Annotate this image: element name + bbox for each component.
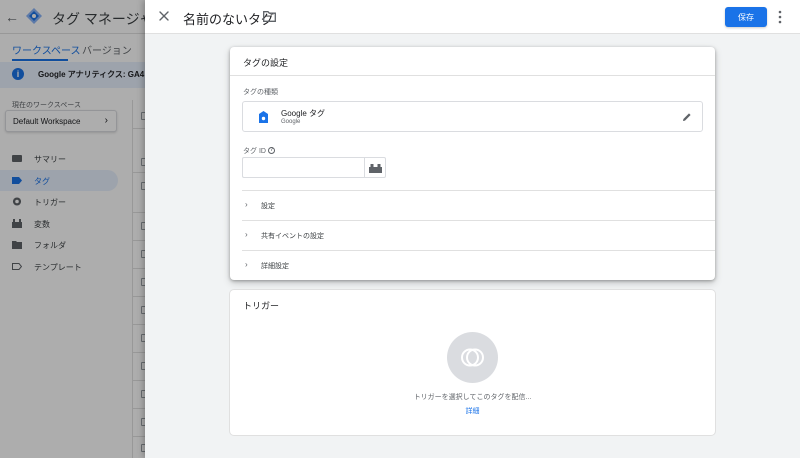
tag-id-input[interactable] <box>242 157 365 178</box>
divider <box>230 75 715 76</box>
tag-configuration-card: タグの設定 タグの種類 Google タグ Google タグ ID ? › 設… <box>230 47 715 280</box>
section-shared-event-settings[interactable]: › 共有イベントの設定 <box>242 221 703 250</box>
tag-name-title[interactable]: 名前のないタグ <box>183 9 274 28</box>
chevron-right-icon: › <box>245 230 248 239</box>
more-vert-icon[interactable] <box>775 9 785 25</box>
tag-type-selector[interactable]: Google タグ Google <box>242 101 703 132</box>
triggering-title: トリガー <box>243 301 280 311</box>
section-label: 詳細設定 <box>261 263 289 270</box>
tag-type-name: Google タグ <box>281 109 326 118</box>
chevron-right-icon: › <box>245 260 248 269</box>
trigger-placeholder-icon <box>461 348 484 367</box>
section-advanced-settings[interactable]: › 詳細設定 <box>242 251 703 280</box>
trigger-prompt-text: トリガーを選択してこのタグを配信... <box>413 394 532 401</box>
tag-type-label: タグの種類 <box>243 89 278 96</box>
google-tag-icon <box>259 111 268 123</box>
section-settings[interactable]: › 設定 <box>242 191 703 220</box>
folder-icon[interactable] <box>263 11 276 22</box>
add-trigger-button[interactable] <box>447 332 498 383</box>
chevron-right-icon: › <box>245 200 248 209</box>
pencil-icon[interactable] <box>682 112 692 122</box>
variable-picker-button[interactable] <box>364 157 386 178</box>
tag-configuration-title: タグの設定 <box>243 58 289 68</box>
help-icon[interactable]: ? <box>268 147 275 154</box>
save-button[interactable]: 保存 <box>725 7 767 27</box>
tag-id-label: タグ ID <box>243 148 266 155</box>
learn-more-link[interactable]: 詳細 <box>230 406 715 416</box>
triggering-card: トリガー トリガーを選択してこのタグを配信... 詳細 <box>230 290 715 435</box>
section-label: 共有イベントの設定 <box>261 233 324 240</box>
tag-editor-panel: 名前のないタグ 保存 タグの設定 タグの種類 Google タグ Google … <box>145 0 800 458</box>
panel-header: 名前のないタグ 保存 <box>145 0 800 34</box>
section-label: 設定 <box>261 203 275 210</box>
variable-brick-icon <box>369 164 382 173</box>
tag-type-vendor: Google <box>281 119 301 125</box>
close-icon[interactable] <box>157 9 171 23</box>
